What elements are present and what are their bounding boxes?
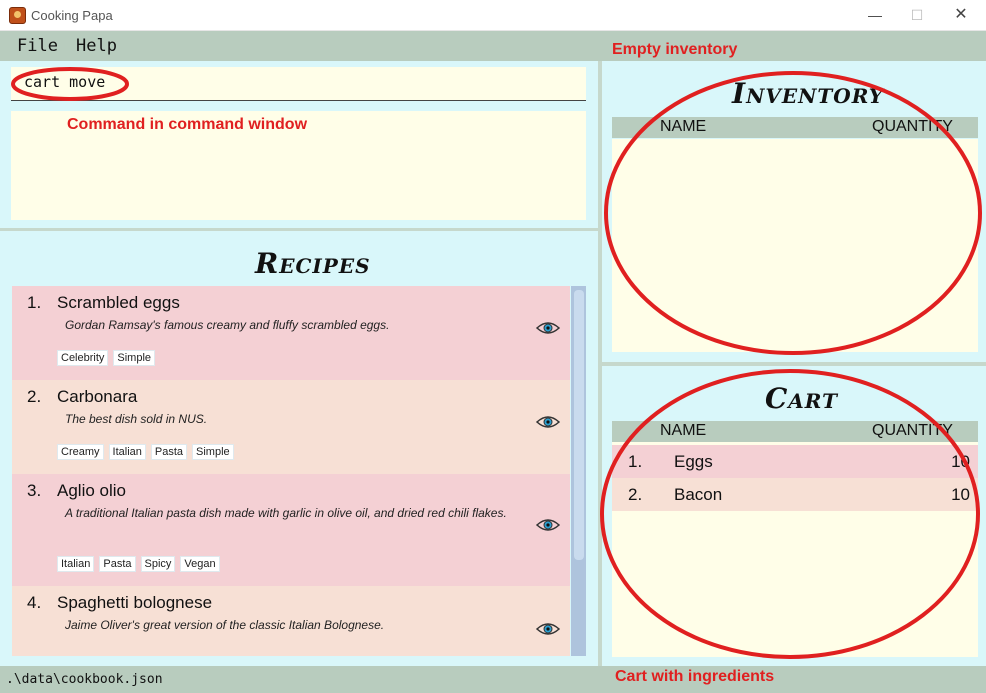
cart-row-quantity: 10 [951,485,970,504]
recipe-description: The best dish sold in NUS. [65,412,208,426]
status-bar: .\data\cookbook.json [0,666,986,693]
recipe-index: 4. [27,593,42,612]
eye-icon[interactable] [536,517,560,533]
recipes-title: Recipes [255,247,371,280]
annotation-empty-inventory: Empty inventory [612,41,738,58]
inventory-col-quantity: QUANTITY [872,118,953,135]
recipe-card[interactable]: 2. Carbonara The best dish sold in NUS. … [12,380,570,474]
annotation-command-window: Command in command window [67,116,308,133]
cart-row[interactable]: 2. Bacon 10 [612,478,978,511]
annotation-cart-ingredients: Cart with ingredients [615,668,775,685]
recipe-tag: Vegan [180,556,220,572]
app-icon [9,7,26,24]
recipe-tags: Creamy Italian Pasta Simple [57,444,234,460]
recipe-tag: Spicy [140,556,176,572]
recipe-card[interactable]: 3. Aglio olio A traditional Italian past… [12,474,570,586]
recipe-tag: Simple [113,350,156,366]
command-box[interactable]: cart move [11,67,586,101]
title-bar: Cooking Papa — ☐ ✕ [0,0,986,31]
recipe-card[interactable]: 1. Scrambled eggs Gordan Ramsay's famous… [12,286,570,380]
eye-icon[interactable] [536,621,560,637]
cart-title: Cart [765,382,838,415]
inventory-col-name: NAME [660,118,707,135]
recipe-description: A traditional Italian pasta dish made wi… [65,506,507,520]
recipe-list: 1. Scrambled eggs Gordan Ramsay's famous… [12,286,586,656]
cart-row-index: 1. [628,452,643,471]
command-input[interactable]: cart move [24,73,105,91]
command-panel: cart move [0,61,598,228]
window-title: Cooking Papa [31,8,113,23]
menu-file[interactable]: File [17,36,58,56]
recipes-panel: Recipes 1. Scrambled eggs Gordan Ramsay'… [0,231,598,666]
scrollbar-thumb[interactable] [574,290,584,560]
cart-row-name: Bacon [674,485,723,504]
recipe-name: Carbonara [57,387,138,406]
recipe-scrollbar[interactable] [571,286,586,656]
close-button[interactable]: ✕ [946,4,976,26]
status-file-path: .\data\cookbook.json [6,672,163,687]
recipe-tag: Pasta [99,556,136,572]
recipe-description: Jaime Oliver's great version of the clas… [65,618,385,632]
recipe-card[interactable]: 4. Spaghetti bolognese Jaime Oliver's gr… [12,586,570,656]
cart-table-body: 1. Eggs 10 2. Bacon 10 [612,442,978,657]
maximize-button[interactable]: ☐ [902,4,932,26]
menu-bar: File Help [0,31,986,61]
recipe-tag: Creamy [57,444,104,460]
recipe-name: Aglio olio [57,481,126,500]
recipe-name: Scrambled eggs [57,293,180,312]
eye-icon[interactable] [536,414,560,430]
cart-col-name: NAME [660,422,707,439]
recipe-tag: Celebrity [57,350,109,366]
recipe-tag: Italian [57,556,95,572]
cart-row-index: 2. [628,485,643,504]
inventory-table-body [612,139,978,352]
minimize-button[interactable]: — [860,4,890,26]
recipe-name: Spaghetti bolognese [57,593,213,612]
recipe-index: 1. [27,293,42,312]
cart-panel: Cart NAME QUANTITY 1. Eggs 10 2. Bacon 1… [602,366,986,666]
recipe-index: 2. [27,387,42,406]
menu-help[interactable]: Help [76,36,117,56]
cart-col-quantity: QUANTITY [872,422,953,439]
cart-row-quantity: 10 [951,452,970,471]
recipe-tag: Italian [108,444,146,460]
cart-table-header: NAME QUANTITY [612,421,978,442]
cart-row-name: Eggs [674,452,713,471]
cart-row[interactable]: 1. Eggs 10 [612,445,978,478]
recipe-tag: Pasta [150,444,188,460]
inventory-table-header: NAME QUANTITY [612,117,978,138]
recipe-index: 3. [27,481,42,500]
inventory-panel: Inventory NAME QUANTITY [602,61,986,362]
recipe-tag: Simple [192,444,234,460]
recipe-description: Gordan Ramsay's famous creamy and fluffy… [65,318,390,332]
recipe-tags: Celebrity Simple [57,350,156,366]
recipe-tags: Italian Pasta Spicy Vegan [57,556,220,572]
eye-icon[interactable] [536,320,560,336]
inventory-title: Inventory [732,77,885,110]
